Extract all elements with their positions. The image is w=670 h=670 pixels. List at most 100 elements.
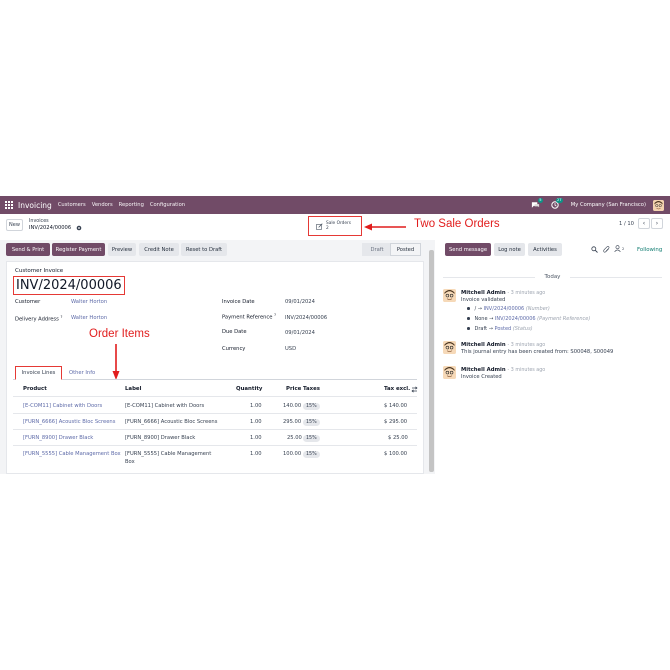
line-tax-badge[interactable]: 15% xyxy=(303,450,320,458)
line-label[interactable]: [E-COM11] Cabinet with Doors xyxy=(125,403,204,409)
menu-configuration[interactable]: Configuration xyxy=(150,202,185,208)
tracking-value: Draft → Posted (Status) xyxy=(467,326,533,332)
author-avatar[interactable] xyxy=(443,289,456,302)
line-quantity[interactable]: 1.00 xyxy=(250,435,262,441)
search-icon[interactable] xyxy=(591,246,598,253)
user-avatar[interactable] xyxy=(653,199,664,211)
menu-customers[interactable]: Customers xyxy=(58,202,86,208)
col-tax-excl[interactable]: Tax excl. xyxy=(384,386,410,392)
line-product[interactable]: [FURN_6666] Acoustic Bloc Screens xyxy=(23,419,115,425)
delivery-address-field[interactable]: Walter Horton xyxy=(71,315,107,321)
col-label[interactable]: Label xyxy=(125,386,141,392)
edit-icon xyxy=(316,222,323,230)
line-tax-badge[interactable]: 15% xyxy=(303,434,320,442)
preview-button[interactable]: Preview xyxy=(108,243,136,256)
line-label[interactable]: [FURN_8900] Drawer Black xyxy=(125,435,195,441)
author-avatar[interactable] xyxy=(443,341,456,354)
header-divider xyxy=(13,396,417,397)
send-message-button[interactable]: Send message xyxy=(445,243,491,256)
line-product[interactable]: [E-COM11] Cabinet with Doors xyxy=(23,403,102,409)
tracking-value: None → INV/2024/00006 (Payment Reference… xyxy=(467,316,590,322)
invoice-date-field[interactable]: 09/01/2024 xyxy=(285,299,315,305)
smart-button-label: Sale Orders xyxy=(326,221,352,226)
activities-badge: 27 xyxy=(555,198,563,203)
control-panel: New Invoices INV/2024/00006 Sale Orders … xyxy=(0,214,670,240)
currency-field[interactable]: USD xyxy=(285,346,296,352)
help-tooltip-icon[interactable]: ? xyxy=(61,315,63,319)
gear-icon[interactable] xyxy=(76,225,82,231)
credit-note-button[interactable]: Credit Note xyxy=(139,243,179,256)
payment-reference-field[interactable]: INV/2024/00006 xyxy=(285,315,327,321)
log-note-button[interactable]: Log note xyxy=(494,243,525,256)
line-tax-badge[interactable]: 15% xyxy=(303,418,320,426)
annotation-arrow-sale-orders xyxy=(364,223,406,231)
followers-button[interactable]: 2 xyxy=(614,245,624,252)
message-author[interactable]: Mitchell Admin xyxy=(461,290,506,296)
register-payment-button[interactable]: Register Payment xyxy=(52,243,105,256)
chevron-left-icon: ‹ xyxy=(642,220,646,227)
line-subtotal: $ 295.00 xyxy=(384,419,408,425)
breadcrumb-current: INV/2024/00006 xyxy=(29,225,72,231)
customer-label: Customer xyxy=(15,299,41,305)
line-price[interactable]: 100.00 xyxy=(283,451,301,457)
message-author[interactable]: Mitchell Admin xyxy=(461,367,506,373)
tabs-divider xyxy=(13,379,417,380)
messages-badge: 5 xyxy=(538,198,543,203)
status-draft[interactable]: Draft xyxy=(362,243,392,256)
following-button[interactable]: Following xyxy=(637,247,662,253)
help-tooltip-icon[interactable]: ? xyxy=(274,313,276,317)
line-label[interactable]: [FURN_5555] Cable Management xyxy=(125,451,211,457)
tab-invoice-lines[interactable]: Invoice Lines xyxy=(15,366,62,380)
customer-field[interactable]: Walter Horton xyxy=(71,299,107,305)
due-date-field[interactable]: 09/01/2024 xyxy=(285,330,315,336)
activities-icon[interactable]: 27 xyxy=(551,198,563,209)
line-tax-badge[interactable]: 15% xyxy=(303,402,320,410)
app-menu-icon[interactable] xyxy=(0,196,18,214)
message-author[interactable]: Mitchell Admin xyxy=(461,342,506,348)
form-scrollbar-thumb[interactable] xyxy=(429,250,434,472)
pager-value[interactable]: 1 / 10 xyxy=(619,221,634,227)
send-print-button[interactable]: Send & Print xyxy=(6,243,50,256)
app-title[interactable]: Invoicing xyxy=(18,201,52,210)
line-subtotal: $ 100.00 xyxy=(384,451,408,457)
line-price[interactable]: 140.00 xyxy=(283,403,301,409)
col-product[interactable]: Product xyxy=(23,386,47,392)
message-time: - 3 minutes ago xyxy=(507,368,546,373)
line-price[interactable]: 25.00 xyxy=(287,435,302,441)
col-price[interactable]: Price xyxy=(286,386,301,392)
row-divider xyxy=(13,429,417,430)
chevron-right-icon: › xyxy=(655,220,659,227)
top-navbar: Invoicing Customers Vendors Reporting Co… xyxy=(0,196,670,214)
menu-vendors[interactable]: Vendors xyxy=(92,202,113,208)
followers-count: 2 xyxy=(622,246,625,251)
new-button[interactable]: New xyxy=(6,219,23,231)
reset-to-draft-button[interactable]: Reset to Draft xyxy=(181,243,227,256)
line-price[interactable]: 295.00 xyxy=(283,419,301,425)
company-switcher[interactable]: My Company (San Francisco) xyxy=(571,202,646,208)
line-product[interactable]: [FURN_8900] Drawer Black xyxy=(23,435,93,441)
line-quantity[interactable]: 1.00 xyxy=(250,403,262,409)
line-label[interactable]: [FURN_6666] Acoustic Bloc Screens xyxy=(125,419,217,425)
column-settings-icon[interactable] xyxy=(411,386,418,393)
messages-icon[interactable]: 5 xyxy=(531,198,543,209)
tab-other-info[interactable]: Other Info xyxy=(69,370,95,376)
line-product[interactable]: [FURN_5555] Cable Management Box xyxy=(23,451,121,457)
line-quantity[interactable]: 1.00 xyxy=(250,451,262,457)
pager-previous-button[interactable]: ‹ xyxy=(638,218,650,229)
pager-next-button[interactable]: › xyxy=(651,218,663,229)
invoicing-app: Invoicing Customers Vendors Reporting Co… xyxy=(0,196,670,474)
breadcrumb-invoices[interactable]: Invoices xyxy=(29,219,49,224)
line-quantity[interactable]: 1.00 xyxy=(250,419,262,425)
col-quantity[interactable]: Quantity xyxy=(236,386,262,392)
col-taxes[interactable]: Taxes xyxy=(303,386,320,392)
message-header: Mitchell Admin - 3 minutes ago xyxy=(461,366,545,373)
paperclip-icon[interactable] xyxy=(603,246,610,253)
author-avatar[interactable] xyxy=(443,366,456,379)
message-body: This journal entry has been created from… xyxy=(461,349,614,355)
message-header: Mitchell Admin - 3 minutes ago xyxy=(461,341,545,348)
invoice-date-label: Invoice Date xyxy=(222,299,255,305)
menu-reporting[interactable]: Reporting xyxy=(119,202,144,208)
sale-orders-smart-button[interactable]: Sale Orders 2 xyxy=(308,216,362,236)
activities-button[interactable]: Activities xyxy=(528,243,562,256)
annotation-two-sale-orders: Two Sale Orders xyxy=(414,218,500,230)
